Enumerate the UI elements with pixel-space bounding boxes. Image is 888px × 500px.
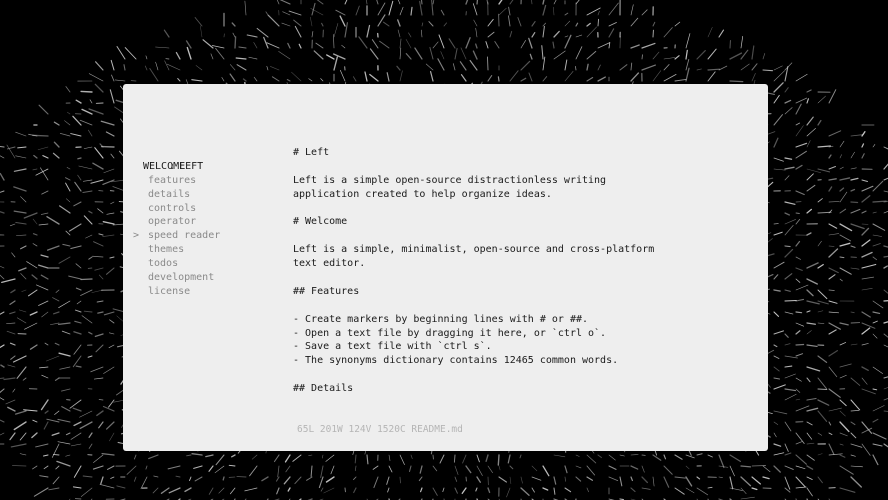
- editor-blank-line: [293, 160, 753, 174]
- editor-line: # Welcome: [293, 216, 348, 228]
- editor-window: : LEFT WELCOME features details controls ope…: [123, 84, 768, 451]
- nav-item-label: controls: [148, 202, 197, 214]
- nav-items: features details controls operator > speed re…: [133, 174, 283, 299]
- editor-line: - Open a text file by dragging it here, …: [293, 327, 607, 339]
- editor-line: Left is a simple, minimalist, open-sourc…: [293, 244, 655, 256]
- editor-line: - Create markers by beginning lines with…: [293, 313, 589, 325]
- nav-item-label: details: [148, 188, 191, 200]
- nav-item-label: license: [148, 285, 191, 297]
- nav-item-label: themes: [148, 244, 185, 256]
- nav-item-todos[interactable]: todos: [133, 257, 283, 271]
- editor-blank-line: [293, 271, 753, 285]
- text-editor[interactable]: # Left Left is a simple open-source distr…: [293, 146, 753, 396]
- nav-item-features[interactable]: features: [133, 174, 283, 188]
- editor-line: - Save a text file with `ctrl s`.: [293, 341, 492, 353]
- editor-line: ## Details: [293, 383, 354, 395]
- nav-item-label: speed reader: [148, 230, 221, 242]
- nav-item-themes[interactable]: themes: [133, 243, 283, 257]
- nav-item-label: development: [148, 272, 215, 284]
- nav-title-row[interactable]: : LEFT: [133, 146, 283, 172]
- editor-blank-line: [293, 368, 753, 382]
- editor-line: Left is a simple open-source distraction…: [293, 174, 607, 186]
- editor-line: ## Features: [293, 285, 360, 297]
- editor-blank-line: [293, 299, 753, 313]
- nav-active-marker: >: [133, 230, 140, 242]
- nav-item-details[interactable]: details: [133, 188, 283, 202]
- nav-item-label: features: [148, 174, 197, 186]
- nav-item-development[interactable]: development: [133, 271, 283, 285]
- editor-line: - The synonyms dictionary contains 12465…: [293, 355, 619, 367]
- nav-item-label: todos: [148, 258, 179, 270]
- editor-blank-line: [293, 202, 753, 216]
- nav-item-license[interactable]: license: [133, 285, 283, 299]
- nav-section-welcome[interactable]: WELCOME: [133, 160, 283, 174]
- nav-item-label: operator: [148, 216, 197, 228]
- editor-line: application created to help organize ide…: [293, 188, 552, 200]
- nav-item-operator[interactable]: operator: [133, 215, 283, 229]
- nav-item-speed-reader[interactable]: > speed reader: [133, 229, 283, 243]
- editor-line: text editor.: [293, 258, 366, 270]
- editor-line: # Left: [293, 147, 330, 158]
- navigation-panel: : LEFT WELCOME features details controls ope…: [133, 146, 283, 299]
- status-bar: 65L 201W 124V 1520C README.md: [297, 424, 463, 435]
- nav-item-controls[interactable]: controls: [133, 202, 283, 216]
- editor-blank-line: [293, 229, 753, 243]
